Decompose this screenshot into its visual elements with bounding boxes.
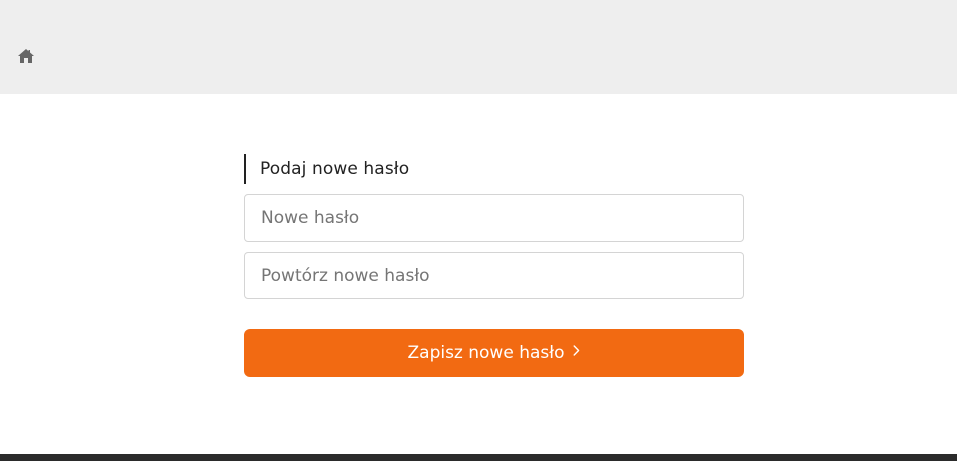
form-heading-text: Podaj nowe hasło xyxy=(260,159,410,179)
new-password-input[interactable] xyxy=(244,194,744,242)
form-heading: Podaj nowe hasło xyxy=(244,154,744,184)
top-bar xyxy=(0,0,957,94)
repeat-password-input[interactable] xyxy=(244,252,744,299)
chevron-right-icon xyxy=(573,344,580,356)
new-password-form: Podaj nowe hasło Zapisz nowe hasło xyxy=(244,154,744,377)
home-link[interactable] xyxy=(17,47,35,65)
page: Podaj nowe hasło Zapisz nowe hasło xyxy=(0,0,957,461)
save-password-button[interactable]: Zapisz nowe hasło xyxy=(244,329,744,377)
save-password-button-label: Zapisz nowe hasło xyxy=(407,343,565,363)
home-icon xyxy=(17,47,35,65)
footer-bar xyxy=(0,454,957,461)
